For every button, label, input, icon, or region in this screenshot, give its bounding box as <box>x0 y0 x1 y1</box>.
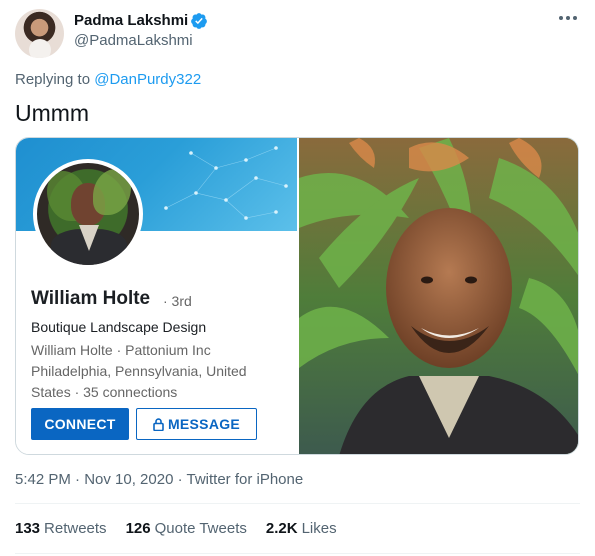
linkedin-headline: Boutique Landscape Design <box>31 319 207 335</box>
likes-stat[interactable]: 2.2K Likes <box>266 520 337 537</box>
likes-count: 2.2K <box>265 520 298 537</box>
tweet-media[interactable]: William Holte · 3rd Boutique Landscape D… <box>15 137 579 455</box>
tweet-timestamp[interactable]: 5:42 PM · Nov 10, 2020 · Twitter for iPh… <box>15 471 303 488</box>
reply-mention-link[interactable]: @DanPurdy322 <box>94 71 201 88</box>
tweet-stats: 133 Retweets 126 Quote Tweets 2.2K Likes <box>15 520 337 537</box>
retweets-count: 133 <box>15 520 41 537</box>
linkedin-connect-label: CONNECT <box>44 416 116 432</box>
linkedin-message-label: MESSAGE <box>167 416 241 432</box>
divider <box>15 553 580 554</box>
retweets-stat[interactable]: 133 Retweets <box>15 520 107 537</box>
linkedin-profile-image[interactable]: William Holte · 3rd Boutique Landscape D… <box>16 138 297 454</box>
tweet: Padma Lakshmi @PadmaLakshmi Replying to … <box>0 0 595 556</box>
divider <box>15 503 580 504</box>
linkedin-degree: · 3rd <box>163 293 192 309</box>
author-avatar[interactable] <box>15 9 64 58</box>
linkedin-name: William Holte <box>31 288 151 309</box>
more-options-icon[interactable] <box>556 10 580 26</box>
quote-tweets-label: Quote Tweets <box>154 520 247 537</box>
tweet-text: Ummm <box>15 100 90 126</box>
quote-tweets-count: 126 <box>125 520 151 537</box>
retweets-label: Retweets <box>44 520 107 537</box>
verified-badge-icon <box>191 13 207 29</box>
linkedin-connect-button: CONNECT <box>31 408 129 440</box>
quote-tweets-stat[interactable]: 126 Quote Tweets <box>126 520 247 537</box>
replying-to: Replying to @DanPurdy322 <box>15 71 201 88</box>
linkedin-profile-photo <box>33 159 143 269</box>
author-handle[interactable]: @PadmaLakshmi <box>74 32 193 49</box>
likes-label: Likes <box>301 520 337 537</box>
author-display-name[interactable]: Padma Lakshmi <box>74 12 188 29</box>
replying-to-label: Replying to <box>15 71 91 88</box>
linkedin-meta: William Holte · Pattonium Inc Philadelph… <box>31 342 247 400</box>
linkedin-message-button: MESSAGE <box>136 408 257 440</box>
selfie-photo[interactable] <box>299 138 578 454</box>
lock-icon <box>153 417 164 431</box>
